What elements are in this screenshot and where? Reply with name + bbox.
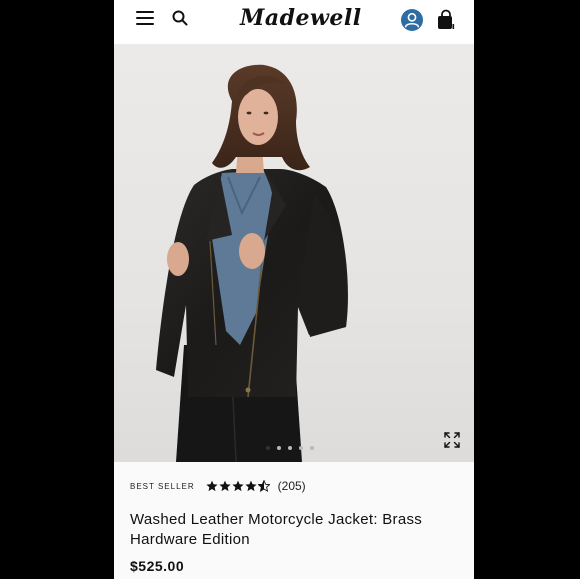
product-image[interactable] <box>114 45 474 462</box>
product-title: Washed Leather Motorcycle Jacket: Brass … <box>130 511 423 548</box>
carousel-dot[interactable] <box>288 446 292 450</box>
shopping-bag-icon[interactable] <box>436 9 456 31</box>
menu-icon[interactable] <box>136 10 154 26</box>
carousel-dot[interactable] <box>299 446 303 450</box>
carousel-dot[interactable] <box>277 446 281 450</box>
app-frame: Madewell BEST SELLER (205) Washed Leathe… <box>114 0 474 579</box>
product-price: $525.00 <box>130 558 185 574</box>
half-star-icon <box>257 480 270 492</box>
account-icon[interactable] <box>401 9 423 31</box>
rating-row[interactable]: BEST SELLER (205) <box>130 478 306 494</box>
brand-logo[interactable]: Madewell <box>240 2 361 34</box>
carousel-dot[interactable] <box>310 446 314 450</box>
best-seller-badge: BEST SELLER <box>130 481 195 491</box>
star-icon <box>232 480 244 492</box>
search-icon[interactable] <box>172 10 188 26</box>
star-icon <box>219 480 231 492</box>
product-info: BEST SELLER (205) Washed Leather Motorcy… <box>114 462 474 579</box>
model-photo <box>156 64 348 462</box>
site-header: Madewell <box>114 0 474 45</box>
carousel-dot[interactable] <box>266 446 270 450</box>
star-icon <box>245 480 257 492</box>
review-count[interactable]: (205) <box>278 479 306 493</box>
star-rating <box>206 480 270 492</box>
star-icon <box>206 480 218 492</box>
expand-icon[interactable] <box>444 432 460 448</box>
carousel-indicator[interactable] <box>266 446 314 452</box>
